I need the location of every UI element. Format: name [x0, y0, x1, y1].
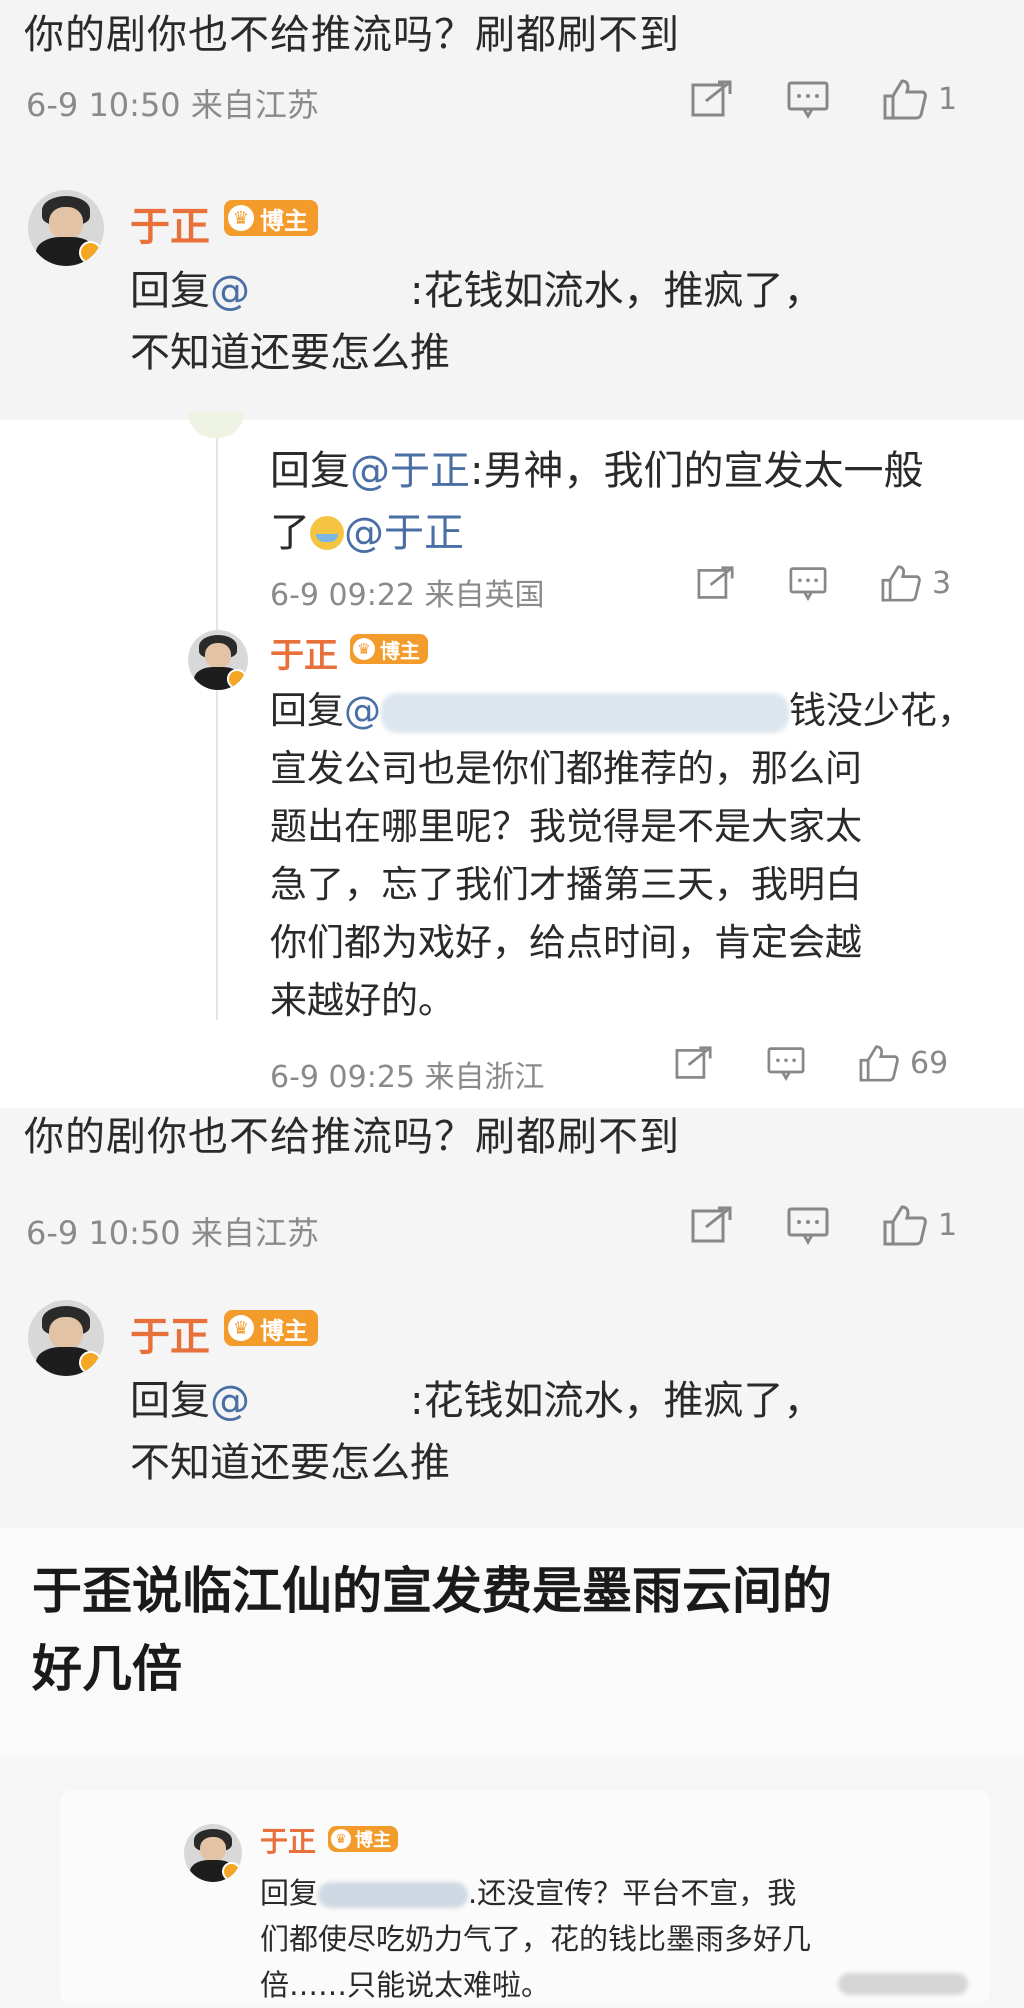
like-icon: [882, 1204, 928, 1246]
comment-button[interactable]: [788, 565, 828, 601]
avatar[interactable]: [184, 1824, 242, 1882]
headline-panel: 于歪说临江仙的宣发费是墨雨云间的 好几倍: [0, 1528, 1024, 1756]
crown-icon: ♛: [228, 205, 254, 231]
comment-text: 你的剧你也不给推流吗？刷都刷不到: [24, 1114, 680, 1160]
reply-meta: 6-9 09:25 来自浙江: [270, 1060, 545, 1095]
comment-icon: [766, 1045, 806, 1081]
like-count: 1: [938, 1207, 958, 1243]
nested-meta: 6-9 09:22 来自英国: [270, 578, 545, 613]
comment-actions: 1: [690, 1204, 957, 1246]
share-icon: [690, 1205, 734, 1245]
mention-link[interactable]: @于正: [350, 448, 470, 494]
comment-icon: [786, 1205, 830, 1245]
comment-button[interactable]: [786, 79, 830, 119]
share-button[interactable]: [690, 79, 734, 119]
screenshot-card: 于正 ♛ 博主 回复 .还没宣传？平台不宣，我 们都使尽吃奶力气了，花的钱比墨雨多…: [60, 1790, 990, 2004]
avatar[interactable]: [188, 630, 248, 690]
crying-emoji-icon: [310, 516, 344, 550]
comment-icon: [788, 565, 828, 601]
redacted-username: [381, 692, 789, 733]
share-button[interactable]: [674, 1045, 714, 1081]
comment-meta: 6-9 10:50 来自江苏: [26, 1214, 319, 1252]
share-icon: [690, 79, 734, 119]
headline-text: 于歪说临江仙的宣发费是墨雨云间的 好几倍: [32, 1562, 832, 1698]
like-button[interactable]: 3: [880, 564, 951, 602]
reply-text: 回复@:花钱如流水，推疯了， 不知道还要怎么推: [130, 268, 824, 376]
mention-link[interactable]: @: [210, 268, 250, 314]
comment-button[interactable]: [766, 1045, 806, 1081]
comment-meta: 6-9 10:50 来自江苏: [26, 86, 319, 124]
blogger-badge: ♛ 博主: [224, 200, 318, 236]
comment-panel-top: 你的剧你也不给推流吗？刷都刷不到 6-9 10:50 来自江苏 1 于正 ♛ 博…: [0, 0, 1024, 420]
share-icon: [696, 565, 736, 601]
blogger-badge: ♛ 博主: [350, 634, 428, 664]
reply-text: 回复@:花钱如流水，推疯了， 不知道还要怎么推: [130, 1378, 824, 1486]
avatar[interactable]: [28, 190, 104, 266]
thread-line: [216, 420, 218, 1020]
comment-actions: 1: [690, 78, 957, 120]
like-button[interactable]: 1: [882, 78, 957, 120]
like-button[interactable]: 69: [858, 1044, 948, 1082]
comment-button[interactable]: [786, 1205, 830, 1245]
like-count: 1: [938, 81, 958, 117]
username[interactable]: 于正: [270, 628, 338, 677]
like-button[interactable]: 1: [882, 1204, 957, 1246]
blogger-badge: ♛ 博主: [224, 1310, 318, 1346]
like-icon: [880, 564, 922, 602]
avatar[interactable]: [28, 1300, 104, 1376]
nested-actions: 3: [696, 564, 951, 602]
redacted-username: [318, 1882, 469, 1908]
username[interactable]: 于正: [130, 1304, 210, 1362]
share-button[interactable]: [696, 565, 736, 601]
crown-icon: ♛: [331, 1829, 351, 1849]
watermark: [838, 1971, 968, 1996]
reply-text: 回复@ 钱没少花， 宣发公司也是你们都推荐的，那么问 题出在哪里呢？我觉得是不是大…: [270, 689, 974, 1022]
avatar-partial: [188, 412, 244, 438]
like-count: 3: [932, 565, 952, 601]
comment-text: 你的剧你也不给推流吗？刷都刷不到: [24, 12, 680, 58]
like-icon: [858, 1044, 900, 1082]
watermark-blur: [838, 1973, 968, 1995]
share-button[interactable]: [690, 1205, 734, 1245]
nested-reply-text: 回复@于正:男神，我们的宣发太一般 了 @于正: [270, 448, 924, 556]
crown-icon: ♛: [353, 638, 375, 660]
mention-link[interactable]: @于正: [344, 510, 464, 556]
blogger-badge: ♛ 博主: [328, 1826, 398, 1852]
share-icon: [674, 1045, 714, 1081]
username[interactable]: 于正: [260, 1820, 316, 1860]
comment-icon: [786, 79, 830, 119]
mention-link[interactable]: @: [344, 689, 381, 732]
like-icon: [882, 78, 928, 120]
mention-link[interactable]: @: [210, 1378, 250, 1424]
username[interactable]: 于正: [130, 194, 210, 252]
crown-icon: ♛: [228, 1315, 254, 1341]
reply-actions: 69: [674, 1044, 948, 1082]
comment-panel-repeat: 你的剧你也不给推流吗？刷都刷不到 6-9 10:50 来自江苏 1 于正 ♛ 博…: [0, 1108, 1024, 1528]
like-count: 69: [910, 1045, 949, 1081]
nested-reply-panel: 回复@于正:男神，我们的宣发太一般 了 @于正 6-9 09:22 来自英国 3 …: [0, 412, 1024, 1108]
